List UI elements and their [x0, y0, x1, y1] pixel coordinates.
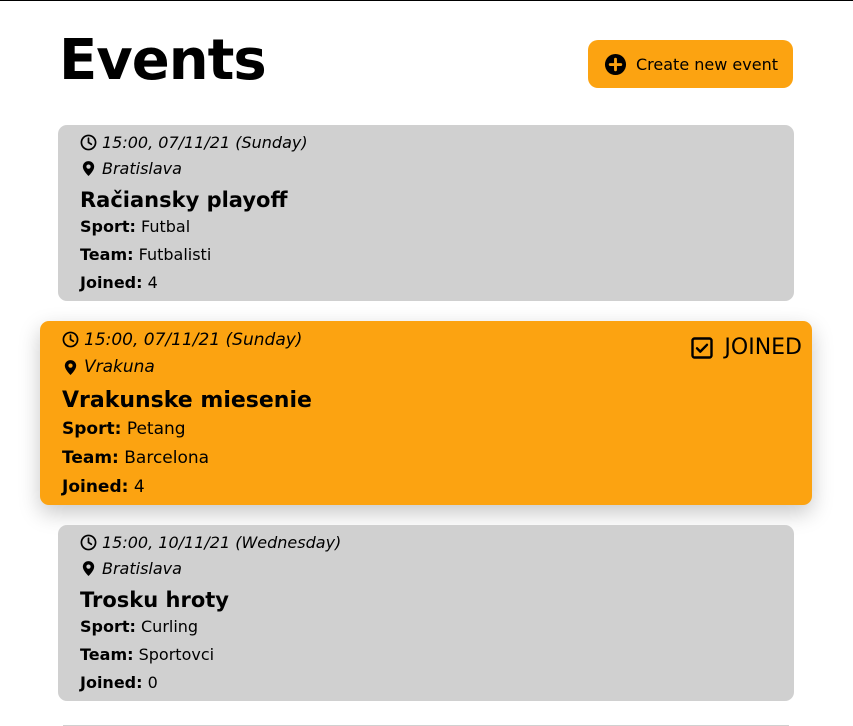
event-name: Račiansky playoff [80, 188, 288, 212]
joined-label: Joined: [62, 477, 129, 497]
sport-label: Sport: [80, 617, 136, 636]
create-new-event-button[interactable]: Create new event [588, 40, 793, 88]
map-pin-icon [80, 160, 97, 177]
event-team: Team: Futbalisti [80, 240, 794, 268]
event-sport: Sport: Futbal [80, 212, 794, 240]
joined-label: Joined: [80, 673, 143, 692]
clock-icon [80, 134, 97, 151]
map-pin-icon [62, 359, 79, 376]
team-value: Sportovci [138, 645, 215, 664]
sport-value: Petang [126, 419, 186, 439]
event-name: Vrakunske miesenie [62, 388, 312, 413]
event-card[interactable]: 15:00, 07/11/21 (Sunday) Bratislava Rači… [58, 125, 794, 301]
create-new-event-label: Create new event [636, 54, 778, 74]
clock-icon [62, 331, 79, 348]
event-sport: Sport: Curling [80, 612, 794, 640]
joined-value: 4 [133, 477, 145, 497]
event-team: Team: Barcelona [62, 443, 812, 472]
event-location-text: Bratislava [102, 158, 182, 178]
event-time-text: 15:00, 10/11/21 (Wednesday) [102, 533, 342, 552]
event-joined: Joined: 4 [62, 472, 812, 501]
team-value: Barcelona [124, 448, 210, 468]
event-joined: Joined: 0 [80, 668, 794, 696]
checkbox-checked-icon [690, 336, 714, 360]
page-title: Events [59, 28, 267, 93]
event-card-joined[interactable]: 15:00, 07/11/21 (Sunday) Vrakuna Vrakuns… [40, 321, 812, 505]
sport-label: Sport: [62, 419, 122, 439]
event-time-text: 15:00, 07/11/21 (Sunday) [102, 133, 308, 152]
sport-value: Futbal [141, 217, 191, 236]
sport-label: Sport: [80, 217, 136, 236]
event-name: Trosku hroty [80, 588, 229, 612]
plus-circle-icon [604, 53, 627, 76]
sport-value: Curling [141, 617, 199, 636]
event-time-text: 15:00, 07/11/21 (Sunday) [84, 329, 303, 350]
event-card[interactable]: 15:00, 10/11/21 (Wednesday) Bratislava T… [58, 525, 794, 701]
event-time: 15:00, 07/11/21 (Sunday) [80, 131, 794, 154]
event-joined: Joined: 4 [80, 268, 794, 296]
team-label: Team: [62, 448, 119, 468]
event-location-text: Vrakuna [84, 357, 155, 377]
team-label: Team: [80, 645, 134, 664]
joined-badge-label: JOINED [724, 335, 802, 360]
joined-label: Joined: [80, 273, 143, 292]
event-location: Bratislava [80, 154, 794, 182]
joined-value: 0 [147, 673, 158, 692]
joined-badge[interactable]: JOINED [690, 335, 802, 360]
event-location: Bratislava [80, 554, 794, 582]
joined-value: 4 [147, 273, 158, 292]
team-value: Futbalisti [138, 245, 212, 264]
event-sport: Sport: Petang [62, 414, 812, 443]
clock-icon [80, 534, 97, 551]
map-pin-icon [80, 560, 97, 577]
team-label: Team: [80, 245, 134, 264]
event-team: Team: Sportovci [80, 640, 794, 668]
event-location-text: Bratislava [102, 558, 182, 578]
event-time: 15:00, 10/11/21 (Wednesday) [80, 531, 794, 554]
